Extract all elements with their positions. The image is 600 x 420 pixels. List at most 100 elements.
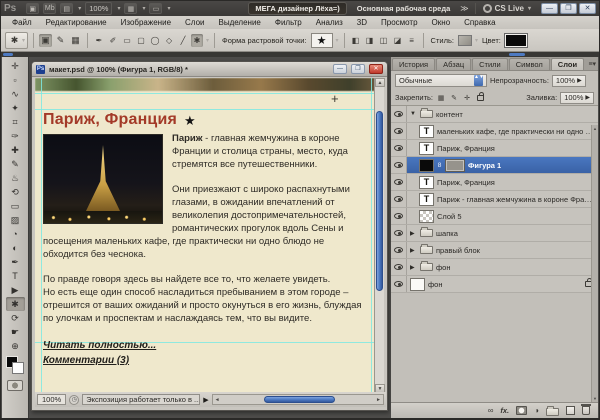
color-swatch[interactable] — [505, 34, 527, 47]
workspace-overflow-icon[interactable]: ≫ — [460, 4, 467, 13]
view-extras-dropdown-icon[interactable]: ▾ — [78, 5, 81, 12]
group-collapsed-icon[interactable]: ▶ — [410, 247, 417, 254]
lock-all-icon[interactable] — [475, 93, 485, 103]
paths-mode-icon[interactable]: ✎ — [54, 34, 67, 47]
panel-menu-icon[interactable]: ≡ ▾ — [588, 60, 595, 68]
horizontal-scroll-thumb[interactable] — [264, 396, 336, 403]
visibility-cell[interactable] — [391, 140, 407, 156]
layer-styles-icon[interactable]: fx. — [500, 406, 509, 415]
lock-transparency-icon[interactable]: ▦ — [436, 93, 446, 103]
zoom-level-box[interactable]: 100% — [85, 2, 112, 15]
visibility-cell[interactable] — [391, 191, 407, 207]
move-tool[interactable]: ✛ — [6, 59, 25, 73]
workspace-button-active[interactable]: МЕГА дизайнер Лёха=) — [248, 2, 346, 15]
tab-paragraph[interactable]: Абзац — [436, 58, 471, 70]
visibility-cell[interactable] — [391, 174, 407, 190]
fill-slider-icon[interactable]: ▶ — [585, 94, 590, 101]
eyedropper-tool[interactable]: ✑ — [6, 129, 25, 143]
view-extras-icon[interactable]: ▤ — [60, 3, 73, 14]
shape-picker-dropdown-icon[interactable]: ▾ — [336, 37, 339, 44]
layer-row-background[interactable]: фон — [391, 276, 598, 293]
restore-button[interactable]: ❐ — [560, 3, 577, 14]
add-mask-icon[interactable] — [516, 406, 527, 415]
healing-brush-tool[interactable]: ✚ — [6, 143, 25, 157]
doc-restore-button[interactable]: ❐ — [351, 64, 365, 74]
background-color-swatch[interactable] — [12, 362, 24, 374]
status-flyout-icon[interactable]: ▶ — [203, 396, 208, 404]
mini-bridge-icon[interactable]: Mb — [43, 3, 56, 14]
layer-row-group-content[interactable]: ▼контент — [391, 106, 598, 123]
tab-styles[interactable]: Стили — [472, 58, 508, 70]
menu-view[interactable]: Просмотр — [374, 18, 425, 27]
vertical-scrollbar[interactable]: ▲ ▼ — [374, 78, 384, 393]
pen-tool-icon[interactable]: ✒ — [93, 34, 105, 47]
visibility-cell[interactable] — [391, 208, 407, 224]
line-tool-icon[interactable]: ╱ — [177, 34, 189, 47]
delete-layer-icon[interactable] — [582, 406, 590, 415]
adjustment-layer-icon[interactable]: ◑ — [534, 406, 539, 415]
lock-pixels-icon[interactable]: ✎ — [449, 93, 459, 103]
guide-vertical[interactable] — [41, 78, 42, 393]
new-layer-icon[interactable] — [566, 406, 575, 415]
gradient-tool[interactable]: ▨ — [6, 213, 25, 227]
minimize-button[interactable]: — — [541, 3, 558, 14]
workspace-button-default[interactable]: Основная рабочая среда — [351, 3, 457, 14]
tab-layers[interactable]: Слои — [551, 58, 584, 70]
visibility-cell[interactable] — [391, 106, 407, 122]
read-more-link[interactable]: Читать полностью... — [43, 339, 156, 352]
background-thumbnail[interactable] — [410, 278, 425, 291]
menu-select[interactable]: Выделение — [211, 18, 267, 27]
panel-scroll-up-icon[interactable]: ▲ — [592, 126, 598, 131]
layer-row-text-title-2[interactable]: TПариж, Франция — [391, 174, 598, 191]
shape-tools-dropdown-icon[interactable]: ▾ — [206, 37, 209, 44]
launch-bridge-icon[interactable]: ▣ — [26, 3, 39, 14]
freeform-pen-icon[interactable]: ✐ — [107, 34, 119, 47]
lasso-tool[interactable]: ∿ — [6, 87, 25, 101]
combine-subtract-icon[interactable]: ◨ — [364, 34, 376, 47]
opacity-value-box[interactable]: 100%▶ — [552, 75, 586, 87]
link-layers-icon[interactable]: ∞ — [488, 406, 494, 415]
menu-3d[interactable]: 3D — [350, 18, 374, 27]
visibility-cell[interactable] — [391, 242, 407, 258]
dodge-tool[interactable]: ◐ — [6, 241, 25, 255]
menu-image[interactable]: Изображение — [114, 18, 178, 27]
clone-stamp-tool[interactable]: ♨ — [6, 171, 25, 185]
vertical-scroll-thumb[interactable] — [376, 111, 383, 291]
menu-analysis[interactable]: Анализ — [309, 18, 350, 27]
crop-tool[interactable]: ⌗ — [6, 115, 25, 129]
combine-intersect-icon[interactable]: ◫ — [378, 34, 390, 47]
menu-edit[interactable]: Редактирование — [39, 18, 114, 27]
history-brush-tool[interactable]: ⟲ — [6, 185, 25, 199]
color-swatches[interactable] — [6, 356, 24, 374]
hand-tool[interactable]: ☛ — [6, 325, 25, 339]
layer-row-text-body[interactable]: TПариж - главная жемчужина в короне Фран… — [391, 191, 598, 208]
menu-layers[interactable]: Слои — [178, 18, 211, 27]
group-collapsed-icon[interactable]: ▶ — [410, 230, 417, 237]
doc-close-button[interactable]: ✕ — [369, 64, 383, 74]
blend-mode-select[interactable]: Обычные▲▼ — [395, 74, 487, 87]
layer-row-group-bg[interactable]: ▶фон — [391, 259, 598, 276]
screen-mode-dropdown-icon[interactable]: ▾ — [167, 5, 170, 12]
zoom-dropdown-icon[interactable]: ▾ — [117, 5, 120, 12]
lock-position-icon[interactable]: ✛ — [462, 93, 472, 103]
scroll-right-icon[interactable]: ► — [376, 396, 381, 404]
type-tool[interactable]: T — [6, 269, 25, 283]
fill-value-box[interactable]: 100%▶ — [560, 92, 594, 104]
rectangle-tool-icon[interactable]: ▭ — [121, 34, 133, 47]
blur-tool[interactable]: ◔ — [6, 227, 25, 241]
group-collapsed-icon[interactable]: ▶ — [410, 264, 417, 271]
shape-layers-mode-icon[interactable]: ▣ — [39, 34, 52, 47]
ellipse-tool-icon[interactable]: ◯ — [149, 34, 161, 47]
guide-vertical[interactable] — [371, 78, 372, 393]
custom-shape-tool-icon[interactable]: ✱ — [191, 34, 203, 47]
combine-add-icon[interactable]: ◧ — [350, 34, 362, 47]
style-swatch[interactable] — [458, 35, 472, 46]
empty-layer-thumbnail[interactable] — [419, 210, 434, 223]
custom-shape-tool[interactable]: ✱ — [6, 297, 25, 311]
quick-mask-icon[interactable] — [7, 380, 23, 391]
menu-file[interactable]: Файл — [5, 18, 39, 27]
eraser-tool[interactable]: ▭ — [6, 199, 25, 213]
cs-live-button[interactable]: CS Live▾ — [483, 4, 531, 13]
layer-row-layer5[interactable]: Слой 5 — [391, 208, 598, 225]
tab-character[interactable]: Символ — [509, 58, 550, 70]
